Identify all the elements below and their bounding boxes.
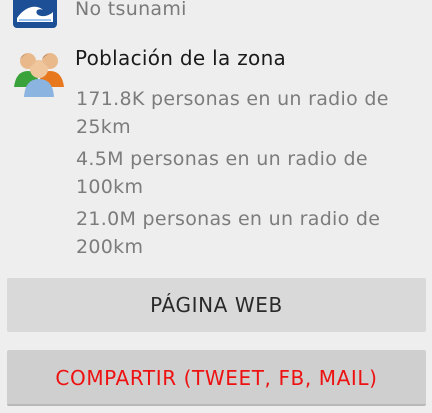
web-page-button[interactable]: PÁGINA WEB: [7, 278, 426, 332]
population-list: 171.8K personas en un radio de 25km 4.5M…: [76, 85, 416, 265]
population-item-100km: 4.5M personas en un radio de 100km: [76, 148, 368, 198]
tsunami-status-text: No tsunami: [75, 0, 187, 20]
population-item-200km: 21.0M personas en un radio de 200km: [76, 208, 381, 258]
people-group-icon: [10, 47, 66, 97]
tsunami-wave-icon: [13, 0, 57, 28]
tsunami-status-row: No tsunami: [0, 0, 432, 28]
population-item-25km: 171.8K personas en un radio de 25km: [76, 88, 389, 138]
population-title: Población de la zona: [75, 46, 287, 70]
share-button[interactable]: COMPARTIR (TWEET, FB, MAIL): [7, 350, 426, 406]
